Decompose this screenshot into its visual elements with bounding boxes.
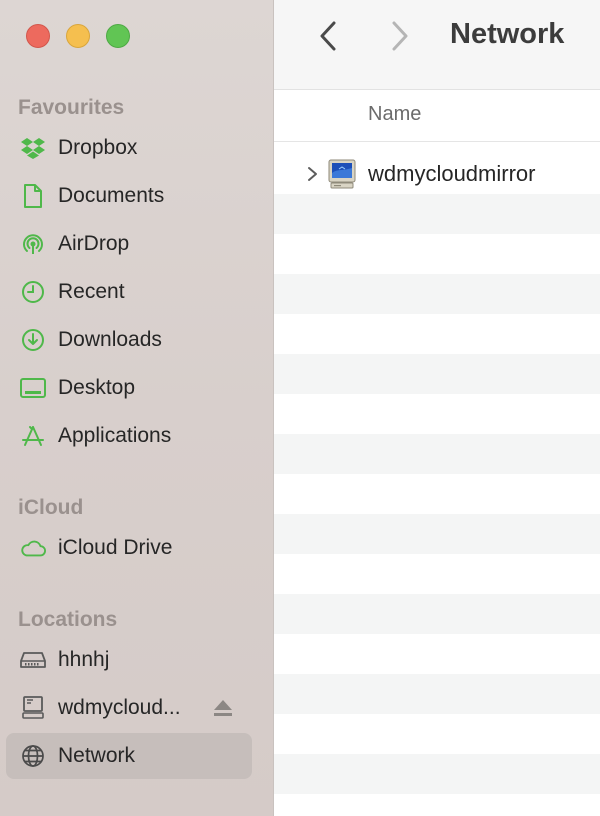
sidebar-item-label: Desktop [58,376,136,399]
section-title-locations: Locations [18,608,118,631]
zoom-window-button[interactable] [106,24,130,48]
drive-icon [20,647,46,673]
sidebar-item-label: Recent [58,280,125,303]
sidebar-item-label: Documents [58,184,165,207]
cloud-icon [20,535,46,561]
sidebar-item-hhnhj[interactable]: hhnhj [6,637,252,683]
empty-row [274,634,600,674]
sidebar-item-label: Dropbox [58,136,138,159]
empty-row [274,394,600,434]
sidebar-item-label: Network [58,744,136,767]
empty-row [274,754,600,794]
download-icon [20,327,46,353]
eject-icon[interactable] [212,697,234,719]
back-button[interactable] [312,18,344,54]
toolbar: Network [274,0,600,90]
sidebar-item-documents[interactable]: Documents [6,173,252,219]
sidebar-item-label: iCloud Drive [58,536,173,559]
globe-icon [20,743,46,769]
sidebar-item-label: hhnhj [58,648,110,671]
empty-row [274,474,600,514]
column-header: Name [274,90,600,142]
column-header-name[interactable]: Name [368,103,421,126]
empty-row [274,434,600,474]
sidebar-item-icloud-drive[interactable]: iCloud Drive [6,525,252,571]
window-title: Network [450,18,565,50]
sidebar-item-desktop[interactable]: Desktop [6,365,252,411]
empty-row [274,714,600,754]
empty-row [274,594,600,634]
chevron-right-icon [392,21,408,51]
sidebar-item-label: Downloads [58,328,162,351]
sidebar-item-dropbox[interactable]: Dropbox [6,125,252,171]
sidebar-item-wdmycloud[interactable]: wdmycloud... [6,685,252,731]
chevron-left-icon [320,21,336,51]
forward-button[interactable] [384,18,416,54]
sidebar-item-label: Applications [58,424,172,447]
minimize-window-button[interactable] [66,24,90,48]
file-list: wdmycloudmirror [274,154,600,794]
disclosure-triangle-icon[interactable] [304,164,320,184]
airdrop-icon [20,231,46,257]
empty-row [274,314,600,354]
empty-row [274,514,600,554]
main-content: Network Name wdmycloudmirror [274,0,600,816]
empty-row [274,554,600,594]
window-controls [26,24,130,48]
sidebar-item-network[interactable]: Network [6,733,252,779]
file-name: wdmycloudmirror [368,161,536,186]
sidebar-item-downloads[interactable]: Downloads [6,317,252,363]
sidebar-item-airdrop[interactable]: AirDrop [6,221,252,267]
clock-icon [20,279,46,305]
section-title-icloud: iCloud [18,496,84,519]
desktop-icon [20,375,46,401]
network-computer-icon [326,158,358,190]
empty-row [274,194,600,234]
empty-row [274,354,600,394]
applications-icon [20,423,46,449]
empty-row [274,234,600,274]
list-item[interactable]: wdmycloudmirror [274,154,600,194]
sidebar-item-recent[interactable]: Recent [6,269,252,315]
document-icon [20,183,46,209]
computer-icon [20,695,46,721]
close-window-button[interactable] [26,24,50,48]
empty-row [274,674,600,714]
dropbox-icon [20,135,46,161]
sidebar-item-label: wdmycloud... [58,696,181,719]
empty-row [274,274,600,314]
sidebar-item-applications[interactable]: Applications [6,413,252,459]
sidebar: Favourites Dropbox Documents AirDrop Rec… [0,0,274,816]
section-title-favourites: Favourites [18,96,125,119]
sidebar-item-label: AirDrop [58,232,130,255]
